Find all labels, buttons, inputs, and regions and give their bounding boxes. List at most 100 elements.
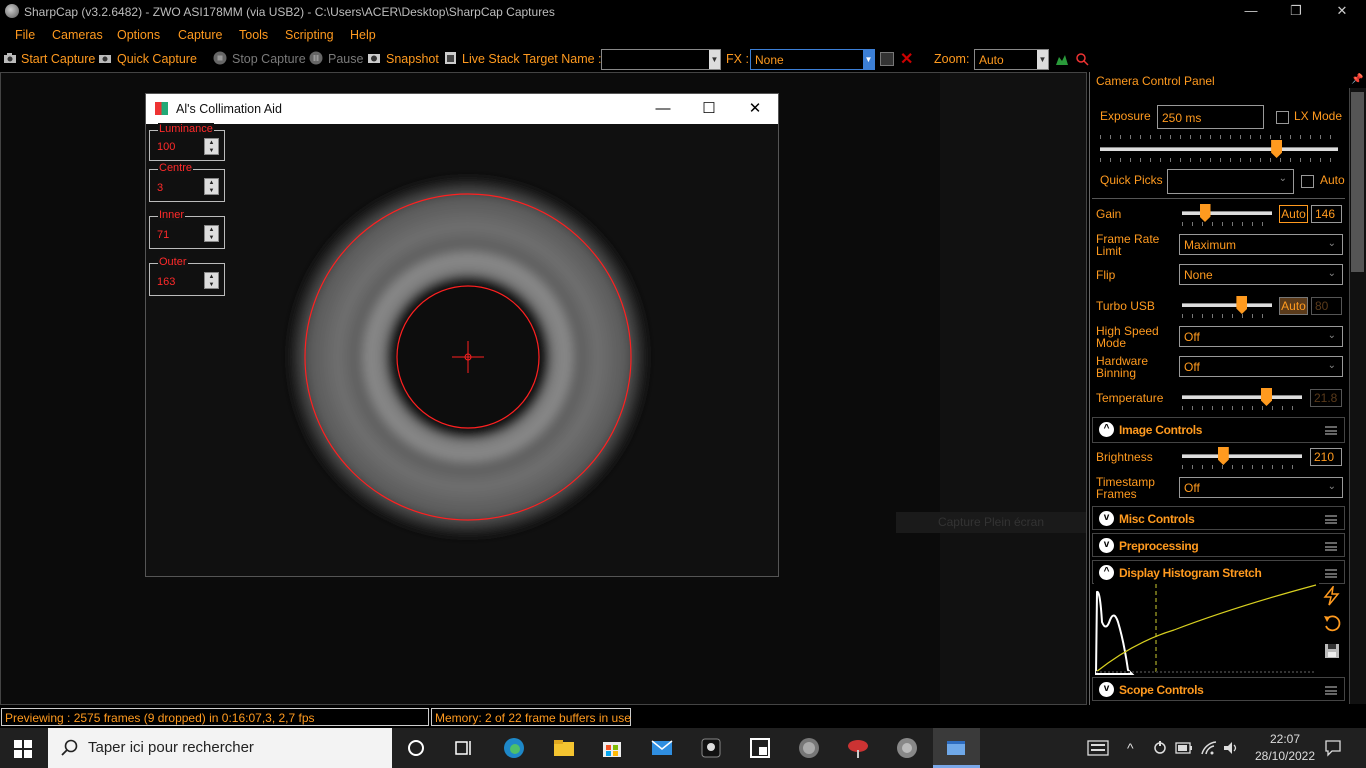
menu-icon[interactable] [1325, 426, 1337, 435]
gain-auto-button[interactable]: Auto [1279, 205, 1308, 223]
menu-capture[interactable]: Capture [178, 28, 222, 42]
fx-clear-icon[interactable]: ✕ [900, 49, 913, 69]
turbo-auto-button[interactable]: Auto [1279, 297, 1308, 315]
mail-icon[interactable] [650, 736, 674, 760]
notifications-icon[interactable] [1324, 739, 1342, 757]
inner-value[interactable]: 71 [157, 229, 169, 241]
menu-file[interactable]: File [15, 28, 35, 42]
brightness-slider-track[interactable] [1182, 454, 1302, 458]
menu-options[interactable]: Options [117, 28, 160, 42]
taskbar-search[interactable]: Taper ici pour rechercher [48, 728, 392, 768]
task-view-icon[interactable] [452, 736, 476, 760]
lightning-icon[interactable] [1322, 586, 1342, 606]
centre-value[interactable]: 3 [157, 182, 163, 194]
quick-capture-button[interactable]: Quick Capture [117, 52, 197, 66]
start-capture-button[interactable]: Start Capture [21, 52, 95, 66]
stop-capture-button[interactable]: Stop Capture [232, 52, 306, 66]
exposure-slider-track[interactable] [1100, 147, 1338, 151]
frame-rate-dropdown[interactable]: Maximum ⌄ [1179, 234, 1343, 255]
histogram-plot[interactable] [1094, 582, 1319, 675]
binning-dropdown[interactable]: Off ⌄ [1179, 356, 1343, 377]
edge-browser-icon[interactable] [502, 736, 526, 760]
outer-spinner[interactable]: ▲ ▼ [204, 272, 219, 289]
reset-icon[interactable] [1322, 613, 1342, 633]
fx-settings-icon[interactable] [880, 52, 894, 66]
zoom-combo[interactable]: Auto ▼ [974, 49, 1049, 70]
timestamp-dropdown[interactable]: Off ⌄ [1179, 477, 1343, 498]
usb-icon[interactable] [1152, 740, 1168, 756]
gain-ticks [1182, 222, 1272, 226]
menu-icon[interactable] [1325, 515, 1337, 524]
pin-icon[interactable]: 📌 [1351, 74, 1363, 85]
viewport-margin [940, 73, 1086, 704]
camera-app-icon[interactable] [699, 736, 723, 760]
menu-icon[interactable] [1325, 542, 1337, 551]
pause-button[interactable]: Pause [328, 52, 363, 66]
luminance-value[interactable]: 100 [157, 141, 175, 153]
lx-mode-checkbox[interactable] [1276, 111, 1289, 124]
gain-slider-track[interactable] [1182, 211, 1272, 215]
scope-controls-header[interactable]: v Scope Controls [1092, 677, 1345, 701]
minimize-button[interactable]: — [1228, 0, 1274, 23]
menu-help[interactable]: Help [350, 28, 376, 42]
quick-picks-dropdown[interactable]: ⌄ [1167, 169, 1294, 194]
store-icon[interactable] [600, 736, 624, 760]
turbo-value[interactable]: 80 [1311, 297, 1342, 315]
live-stack-button[interactable]: Live Stack [462, 52, 520, 66]
brightness-value[interactable]: 210 [1310, 448, 1342, 466]
luminance-spinner[interactable]: ▲ ▼ [204, 138, 219, 155]
clock-date[interactable]: 28/10/2022 [1248, 749, 1322, 763]
turbo-slider-track[interactable] [1182, 303, 1272, 307]
active-window-button[interactable] [933, 728, 980, 768]
save-icon[interactable] [1322, 641, 1342, 661]
flip-dropdown[interactable]: None ⌄ [1179, 264, 1343, 285]
preprocessing-header[interactable]: v Preprocessing [1092, 533, 1345, 557]
high-speed-dropdown[interactable]: Off ⌄ [1179, 326, 1343, 347]
file-explorer-icon[interactable] [552, 736, 576, 760]
sharpcap-taskbar-icon[interactable] [797, 736, 821, 760]
keyboard-icon[interactable] [1087, 740, 1109, 756]
collimation-minimize-button[interactable]: — [640, 94, 686, 124]
restore-button[interactable]: ❐ [1273, 0, 1319, 23]
menu-icon[interactable] [1325, 569, 1337, 578]
telescope-app-icon[interactable] [846, 736, 870, 760]
menu-tools[interactable]: Tools [239, 28, 268, 42]
snapshot-button[interactable]: Snapshot [386, 52, 439, 66]
menu-scripting[interactable]: Scripting [285, 28, 334, 42]
histogram-header[interactable]: ^ Display Histogram Stretch [1092, 560, 1345, 584]
menu-cameras[interactable]: Cameras [52, 28, 103, 42]
snip-tool-icon[interactable] [748, 736, 772, 760]
menu-icon[interactable] [1325, 686, 1337, 695]
fx-combo[interactable]: None ▼ [750, 49, 875, 70]
focus-assist-icon[interactable] [1075, 52, 1089, 66]
histogram-icon[interactable] [1055, 52, 1069, 66]
cortana-icon[interactable] [404, 736, 428, 760]
windows-start-icon[interactable] [14, 740, 32, 758]
collimation-close-button[interactable]: ✕ [732, 94, 778, 124]
outer-value[interactable]: 163 [157, 276, 175, 288]
snapshot-icon [368, 54, 380, 63]
wifi-icon[interactable] [1200, 740, 1218, 756]
frame-rate-label: Frame Rate Limit [1096, 232, 1160, 258]
inner-spinner[interactable]: ▲ ▼ [204, 225, 219, 242]
collimation-aid-window[interactable]: Al's Collimation Aid — ☐ ✕ Luminance 100… [145, 93, 779, 577]
toolbar: Start Capture Quick Capture Stop Capture… [0, 46, 1366, 72]
chevron-down-icon: v [1099, 511, 1114, 526]
quick-picks-auto-checkbox[interactable] [1301, 175, 1314, 188]
clock-time[interactable]: 22:07 [1262, 732, 1308, 746]
scrollbar-thumb[interactable] [1351, 92, 1364, 272]
panel-scrollbar[interactable] [1349, 88, 1366, 704]
collimation-maximize-button[interactable]: ☐ [686, 94, 732, 124]
image-controls-header[interactable]: ^ Image Controls [1092, 417, 1345, 443]
target-name-combo[interactable]: ▼ [601, 49, 721, 70]
centre-spinner[interactable]: ▲ ▼ [204, 178, 219, 195]
target-name-label: Target Name : [523, 52, 602, 66]
exposure-input[interactable]: 250 ms [1157, 105, 1264, 129]
battery-icon[interactable] [1175, 742, 1193, 754]
misc-controls-header[interactable]: v Misc Controls [1092, 506, 1345, 530]
volume-icon[interactable] [1222, 740, 1240, 756]
gain-value[interactable]: 146 [1311, 205, 1342, 223]
chevron-up-icon[interactable]: ^ [1127, 740, 1134, 756]
sharpcap-taskbar-icon-2[interactable] [895, 736, 919, 760]
close-button[interactable]: ✕ [1319, 0, 1365, 23]
